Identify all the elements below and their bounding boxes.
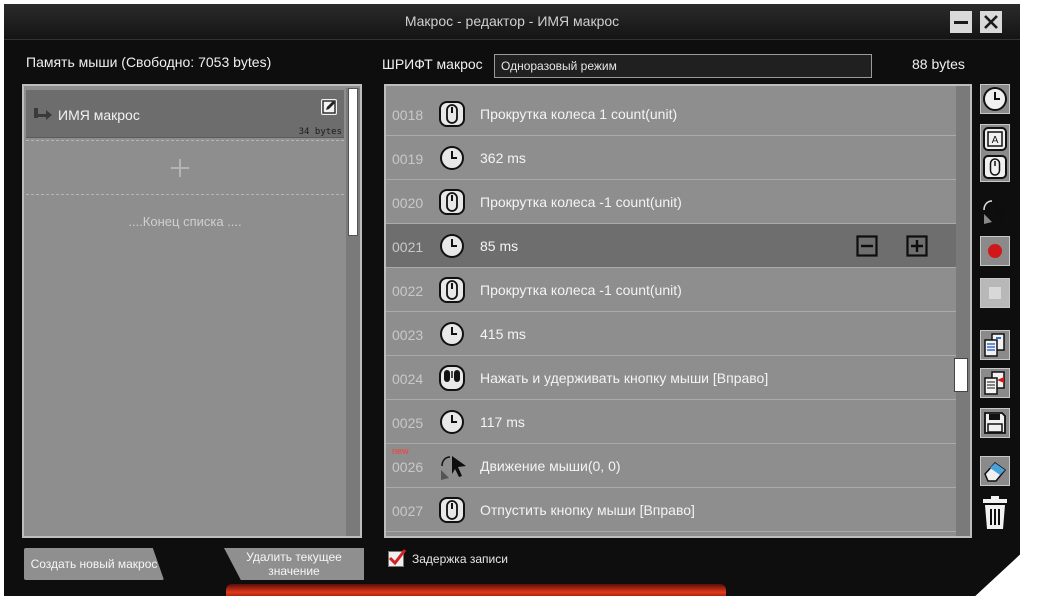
- increase-button[interactable]: [906, 235, 928, 257]
- checkmark-icon: [388, 549, 407, 566]
- stop-icon: [989, 287, 1001, 299]
- macro-editor-window: Макрос - редактор - ИМЯ макрос Память мы…: [4, 4, 1020, 596]
- svg-text:A: A: [992, 135, 999, 146]
- clock-icon: [438, 232, 466, 260]
- title-bar: Макрос - редактор - ИМЯ макрос: [4, 4, 1020, 40]
- event-text: Прокрутка колеса 1 count(unit): [480, 106, 678, 122]
- close-button[interactable]: [980, 11, 1002, 33]
- add-macro-icon[interactable]: [170, 158, 190, 178]
- record-icon: [988, 244, 1002, 258]
- insert-mouse-move-button[interactable]: [980, 196, 1010, 226]
- macro-list-scroll-thumb[interactable]: [348, 88, 358, 236]
- mouse-move-icon: [983, 200, 1008, 224]
- event-row[interactable]: 0024 Нажать и удерживать кнопку мыши [Впр…: [386, 356, 956, 400]
- event-number: 0026: [392, 459, 424, 475]
- event-number: 0027: [392, 503, 424, 519]
- mouse-wheel-icon: [438, 276, 466, 304]
- mouse-wheel-icon: [438, 188, 466, 216]
- event-number: 0021: [392, 239, 424, 255]
- mouse-move-icon: [438, 452, 466, 480]
- event-number: 0019: [392, 151, 424, 167]
- event-text: 415 ms: [480, 326, 526, 342]
- minimize-icon: [954, 20, 968, 24]
- eraser-icon: [984, 462, 1007, 482]
- font-label: ШРИФТ макрос: [382, 56, 483, 72]
- plus-icon: [906, 235, 928, 257]
- event-text: Прокрутка колеса -1 count(unit): [480, 282, 682, 298]
- event-row[interactable]: 0022 Прокрутка колеса -1 count(unit): [386, 268, 956, 312]
- clock-icon: [438, 144, 466, 172]
- event-text: Движение мыши(0, 0): [480, 458, 621, 474]
- clear-button[interactable]: [980, 456, 1010, 486]
- divider: [26, 194, 344, 195]
- event-text: Прокрутка колеса -1 count(unit): [480, 194, 682, 210]
- insert-key-mouse-button[interactable]: A: [980, 124, 1010, 182]
- copy-button[interactable]: [980, 330, 1010, 360]
- paste-button[interactable]: [980, 368, 1010, 398]
- mode-field[interactable]: Одноразовый режим: [494, 54, 872, 78]
- event-text: Отпустить кнопку мыши [Вправо]: [480, 502, 695, 518]
- copy-icon: [984, 333, 1005, 357]
- decrease-button[interactable]: [856, 235, 878, 257]
- memory-label: Память мыши (Свободно: 7053 bytes): [26, 54, 272, 70]
- event-text: 362 ms: [480, 150, 526, 166]
- event-row[interactable]: 0018 Прокрутка колеса 1 count(unit): [386, 92, 956, 136]
- event-list-scrollbar[interactable]: [956, 86, 970, 536]
- event-number: 0024: [392, 371, 424, 387]
- save-button[interactable]: [980, 408, 1010, 438]
- paste-icon: [984, 371, 1005, 395]
- event-text: Нажать и удерживать кнопку мыши [Вправо]: [480, 370, 769, 386]
- clock-icon: [438, 408, 466, 436]
- macro-name: ИМЯ макрос: [58, 107, 140, 123]
- event-list-scroll-thumb[interactable]: [954, 358, 968, 392]
- close-icon: [984, 15, 998, 29]
- event-row[interactable]: 0019 362 ms: [386, 136, 956, 180]
- event-row[interactable]: 0025 117 ms: [386, 400, 956, 444]
- trash-icon: [983, 496, 1007, 529]
- clock-icon: [983, 87, 1007, 111]
- create-macro-button[interactable]: Создать новый макрос: [24, 548, 164, 580]
- event-list-panel: 0018 Прокрутка колеса 1 count(unit) 0019 36…: [384, 84, 972, 538]
- event-number: 0025: [392, 415, 424, 431]
- event-row[interactable]: new 0026 Движение мыши(0, 0): [386, 444, 956, 488]
- edit-icon[interactable]: [320, 98, 338, 116]
- delete-current-button[interactable]: Удалить текущее значение: [224, 548, 364, 580]
- bytes-total: 88 bytes: [912, 56, 965, 72]
- record-delay-label: Задержка записи: [412, 552, 508, 566]
- divider: [26, 140, 344, 141]
- macro-arrow-icon: [34, 108, 52, 120]
- delete-all-button[interactable]: [980, 496, 1010, 529]
- mouse-right-button-icon: [438, 364, 466, 392]
- stop-button[interactable]: [980, 278, 1010, 308]
- macro-list-panel: ИМЯ макрос 34 bytes ....Конец списка ...…: [22, 84, 362, 538]
- glow-strip: [226, 584, 726, 596]
- save-icon: [984, 412, 1006, 434]
- insert-delay-button[interactable]: [980, 84, 1010, 114]
- checkbox-box[interactable]: [388, 549, 407, 567]
- event-number: 0020: [392, 195, 424, 211]
- new-tag: new: [392, 446, 409, 456]
- mouse-wheel-icon: [438, 100, 466, 128]
- window-title: Макрос - редактор - ИМЯ макрос: [404, 13, 620, 29]
- mouse-wheel-icon: [438, 496, 466, 524]
- event-number: 0023: [392, 327, 424, 343]
- event-number: 0018: [392, 107, 424, 123]
- clock-icon: [438, 320, 466, 348]
- event-number: 0022: [392, 283, 424, 299]
- event-text: 85 ms: [480, 238, 519, 254]
- keyboard-mouse-icon: A: [983, 127, 1007, 179]
- event-row[interactable]: 0027 Отпустить кнопку мыши [Вправо]: [386, 488, 956, 532]
- record-button[interactable]: [980, 236, 1010, 266]
- macro-bytes: 34 bytes: [298, 127, 342, 137]
- event-row[interactable]: 0021 85 ms: [386, 224, 956, 268]
- event-row[interactable]: 0023 415 ms: [386, 312, 956, 356]
- minimize-button[interactable]: [950, 11, 972, 33]
- event-row[interactable]: 0020 Прокрутка колеса -1 count(unit): [386, 180, 956, 224]
- event-text: 117 ms: [480, 414, 525, 430]
- macro-list-item[interactable]: ИМЯ макрос 34 bytes: [26, 90, 344, 138]
- minus-icon: [856, 235, 878, 257]
- end-of-list-text: ....Конец списка ....: [128, 214, 242, 229]
